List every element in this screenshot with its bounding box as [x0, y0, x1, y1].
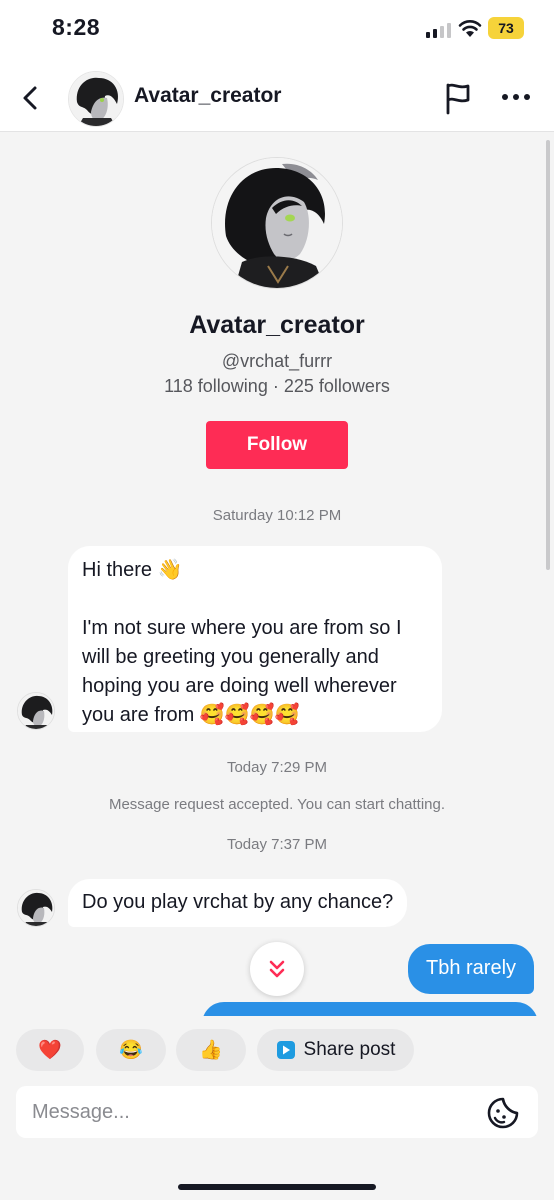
- scroll-to-bottom-button[interactable]: [250, 942, 304, 996]
- header-title[interactable]: Avatar_creator: [134, 84, 281, 108]
- follow-button[interactable]: Follow: [206, 421, 348, 469]
- avatar[interactable]: [17, 692, 55, 730]
- message-text: Tbh rarely: [426, 957, 517, 979]
- double-chevron-down-icon: [269, 960, 285, 978]
- profile-follow-stats: 118 following · 225 followers: [164, 376, 390, 396]
- status-bar: 8:28 73: [0, 0, 554, 64]
- quick-reply-thumbs-up[interactable]: 👍: [176, 1029, 246, 1071]
- message-text: Do you play vrchat by any chance?: [82, 891, 394, 913]
- profile-name: Avatar_creator: [189, 311, 365, 339]
- avatar[interactable]: [68, 71, 124, 127]
- timestamp: Today 7:29 PM: [226, 759, 328, 776]
- outgoing-message-bubble[interactable]: Tbh rarely: [408, 944, 535, 994]
- share-post-label: Share post: [303, 1039, 396, 1060]
- message-text: I'm not sure where you are from so I wil…: [82, 617, 402, 726]
- message-field[interactable]: [16, 1086, 538, 1138]
- message-text: Hi there 👋: [82, 559, 183, 581]
- status-time: 8:28: [52, 14, 101, 40]
- wifi-icon: [458, 20, 482, 37]
- incoming-message-bubble[interactable]: Do you play vrchat by any chance?: [68, 879, 408, 927]
- timestamp: Today 7:37 PM: [226, 836, 328, 853]
- avatar[interactable]: [17, 889, 55, 927]
- timestamp: Saturday 10:12 PM: [212, 507, 342, 524]
- composer-panel: ❤️ 😂 👍 Share post: [0, 1016, 554, 1200]
- incoming-message-bubble[interactable]: Hi there 👋 I'm not sure where you are fr…: [68, 546, 442, 732]
- thumbs-up-icon: 👍: [199, 1040, 223, 1061]
- share-post-button[interactable]: Share post: [257, 1029, 414, 1071]
- cellular-signal-icon: [426, 22, 451, 38]
- chat-header: Avatar_creator: [0, 64, 554, 132]
- quick-reply-heart[interactable]: ❤️: [16, 1029, 84, 1071]
- sticker-icon[interactable]: [486, 1096, 520, 1130]
- quick-reply-laugh[interactable]: 😂: [96, 1029, 166, 1071]
- heart-icon: ❤️: [38, 1040, 62, 1061]
- flag-icon[interactable]: [442, 81, 474, 115]
- laughing-face-icon: 😂: [119, 1040, 143, 1061]
- profile-avatar[interactable]: [211, 157, 343, 289]
- system-message: Message request accepted. You can start …: [108, 796, 446, 813]
- more-horizontal-icon[interactable]: [500, 88, 532, 106]
- profile-handle: @vrchat_furrr: [221, 351, 333, 371]
- home-indicator: [178, 1184, 376, 1190]
- chevron-left-icon[interactable]: [20, 82, 42, 114]
- message-input[interactable]: [32, 1086, 472, 1138]
- battery-indicator: 73: [488, 17, 524, 39]
- play-video-icon: [276, 1041, 295, 1059]
